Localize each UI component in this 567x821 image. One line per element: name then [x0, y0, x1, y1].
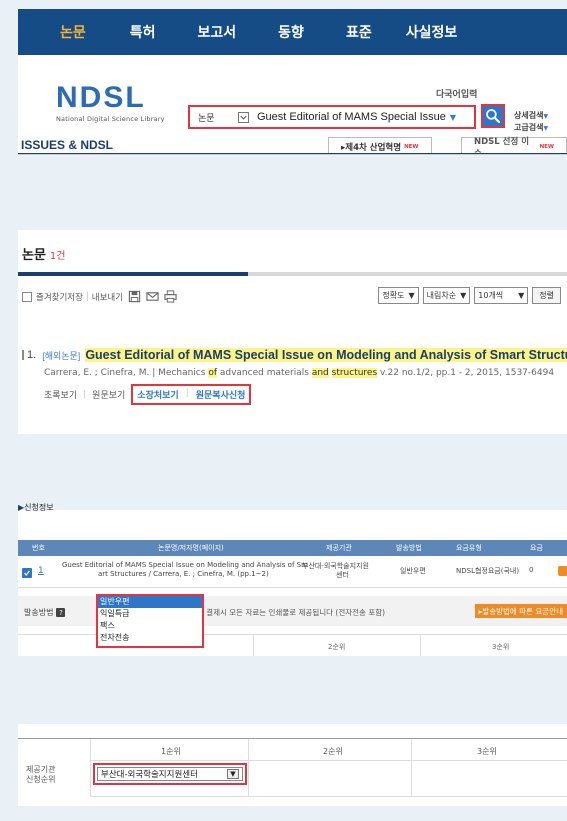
- delivery-label: 발송방법?: [24, 607, 66, 618]
- request-info-panel: ▶신청정보 번호 논문명/저자명(페이지) 제공기관 발송방법 요금유형 요금 …: [18, 503, 567, 656]
- result-type: [해외논문]: [42, 350, 81, 361]
- sort-accuracy-select[interactable]: 정확도 ▼: [378, 287, 419, 304]
- priority-select-row: 부산대-외국학술지지원센터 ▼: [90, 761, 567, 797]
- logo-mark: NDSL: [56, 81, 146, 114]
- sort-order-select[interactable]: 내림차순 ▼: [422, 287, 471, 304]
- email-icon[interactable]: [146, 290, 159, 303]
- result-title-link[interactable]: Guest Editorial of MAMS Special Issue on…: [85, 348, 567, 362]
- issues-title: ISSUES & NDSL: [21, 138, 114, 152]
- advanced-search-links: 상세검색▼ 고급검색▼: [514, 110, 548, 134]
- export-link[interactable]: 내보내기: [92, 291, 123, 303]
- row-title-line2: art Structures / Carrera, E. ; Cinefra, …: [98, 570, 269, 578]
- rank1-select-highlight: 부산대-외국학술지지원센터 ▼: [93, 763, 247, 785]
- tabs-underline: [18, 153, 567, 154]
- abstract-link[interactable]: 초록보기: [44, 388, 77, 401]
- search-results-panel: 논문 1건 즐겨찾기저장 | 내보내기 정확도 ▼ 내림차순 ▼ 10개씩 ▼ 정렬 1…: [18, 230, 567, 434]
- help-icon[interactable]: ?: [56, 608, 66, 617]
- result-number: 1.: [27, 349, 37, 361]
- ndsl-logo[interactable]: NDSL National Digital Science Library: [56, 81, 196, 124]
- request-table-header: 번호 논문명/저자명(페이지) 제공기관 발송방법 요금유형 요금: [18, 540, 567, 556]
- row-fee: 0: [529, 566, 534, 574]
- delivery-note: 후불 결제시 모든 자료는 인쇄물로 제공됩니다 (전자전송 포함): [190, 608, 386, 617]
- highlighted-actions: 소장처보기 | 원문복사신청: [131, 384, 252, 405]
- print-icon[interactable]: [164, 290, 177, 303]
- provider-priority-panel: 제공기관 신청순위 1순위 2순위 3순위 부산대-외국학술지지원센터 ▼: [18, 724, 567, 806]
- col-fee: 요금: [530, 544, 543, 552]
- delivery-method-listbox[interactable]: 일반우편 익일특급 팩스 전자전송: [96, 594, 204, 648]
- nav-item-facts[interactable]: 사실정보: [406, 22, 458, 42]
- row-provider-line2: 센터: [336, 571, 349, 579]
- col-provider: 제공기관: [326, 544, 352, 552]
- nav-item-reports[interactable]: 보고서: [198, 22, 237, 42]
- search-box[interactable]: 논문 Guest Editorial of MAMS Special Issue…: [188, 105, 476, 129]
- search-row: NDSL National Digital Science Library 다국…: [18, 55, 567, 135]
- row-number[interactable]: 1: [38, 566, 44, 576]
- search-icon: [486, 109, 501, 124]
- issues-tabs: ISSUES & NDSL ▸제4차 산업혁명 NEW NDSL 선정 이슈 NEW: [18, 135, 567, 154]
- nav-item-patents[interactable]: 특허: [130, 22, 156, 42]
- search-category[interactable]: 논문: [190, 111, 218, 124]
- rank1-header: 1순위: [161, 747, 181, 756]
- search-input[interactable]: Guest Editorial of MAMS Special Issue: [257, 111, 446, 123]
- rank2-header: 2순위: [323, 747, 343, 756]
- result-checkbox[interactable]: [22, 350, 24, 360]
- col-number: 번호: [32, 544, 45, 552]
- option-fax[interactable]: 팩스: [98, 620, 202, 632]
- copy-request-link[interactable]: 원문복사신청: [196, 388, 246, 401]
- detail-search-link[interactable]: 상세검색▼: [514, 110, 548, 122]
- rank1-provider-select[interactable]: 부산대-외국학술지지원센터 ▼: [97, 767, 243, 781]
- option-electronic[interactable]: 전자전송: [98, 632, 202, 644]
- fulltext-link[interactable]: 원문보기: [92, 388, 125, 401]
- advanced-search-link[interactable]: 고급검색▼: [514, 122, 548, 134]
- results-divider: [18, 272, 567, 276]
- row-checkbox[interactable]: [22, 568, 32, 578]
- sort-controls: 정확도 ▼ 내림차순 ▼ 10개씩 ▼ 정렬: [378, 287, 561, 304]
- table-row: 1 Guest Editorial of MAMS Special Issue …: [18, 556, 567, 588]
- col-method: 발송방법: [396, 544, 422, 552]
- top-navigation: 논문 특허 보고서 동향 표준 사실정보: [18, 9, 567, 55]
- result-actions: 초록보기 | 원문보기 소장처보기 | 원문복사신청: [44, 384, 562, 405]
- result-meta: Carrera, E. ; Cinefra, M. | Mechanics of…: [44, 368, 555, 378]
- priority-header-row: 1순위 2순위 3순위: [90, 739, 567, 761]
- category-dropdown-icon[interactable]: [238, 111, 249, 123]
- option-regular-mail[interactable]: 일반우편: [98, 596, 202, 608]
- col-title: 논문명/저자명(페이지): [158, 544, 224, 552]
- option-express[interactable]: 익일특급: [98, 608, 202, 620]
- search-header-panel: 논문 특허 보고서 동향 표준 사실정보 NDSL National Digit…: [18, 9, 567, 155]
- result-title-row: 1. [해외논문] Guest Editorial of MAMS Specia…: [22, 348, 567, 362]
- priority-row-label: 제공기관 신청순위: [26, 765, 56, 784]
- select-all-checkbox[interactable]: [22, 291, 32, 302]
- holdings-link[interactable]: 소장처보기: [137, 388, 178, 401]
- rank3-header: 3순위: [477, 747, 497, 756]
- results-count: 1건: [49, 251, 66, 262]
- row-method: 일반우편: [400, 567, 426, 575]
- request-info-title: ▶신청정보: [18, 503, 54, 512]
- autocomplete-arrow-icon[interactable]: ▼: [450, 113, 456, 122]
- fee-info-icon[interactable]: [558, 566, 567, 576]
- row-title-line1: Guest Editorial of MAMS Special Issue on…: [62, 561, 308, 569]
- favorite-save-link[interactable]: 즐겨찾기저장: [36, 291, 83, 303]
- nav-item-trends[interactable]: 동향: [278, 22, 304, 42]
- priority-table: 제공기관 신청순위 1순위 2순위 3순위 부산대-외국학술지지원센터 ▼: [18, 738, 567, 797]
- nav-item-standards[interactable]: 표준: [346, 22, 372, 42]
- col-fee-type: 요금유형: [456, 544, 482, 552]
- sort-button[interactable]: 정렬: [532, 287, 561, 304]
- search-button[interactable]: [481, 104, 505, 128]
- nav-item-papers[interactable]: 논문: [60, 22, 86, 42]
- save-icon[interactable]: [128, 290, 141, 303]
- chevron-down-icon[interactable]: ▼: [227, 769, 239, 779]
- fee-guide-button[interactable]: ▸발송방법에 따른 요금안내: [474, 604, 567, 618]
- result-item: 1. [해외논문] Guest Editorial of MAMS Specia…: [22, 348, 567, 405]
- per-page-select[interactable]: 10개씩 ▼: [474, 287, 529, 304]
- results-toolbar: 즐겨찾기저장 | 내보내기: [22, 290, 177, 303]
- logo-subtitle: National Digital Science Library: [56, 115, 165, 123]
- row-fee-type: NDSL협정요금(국내): [456, 567, 520, 575]
- results-heading: 논문 1건: [22, 248, 66, 263]
- rank3-label: 3순위: [492, 643, 510, 651]
- rank2-label: 2순위: [328, 643, 346, 651]
- multilang-input-link[interactable]: 다국어입력: [436, 87, 477, 100]
